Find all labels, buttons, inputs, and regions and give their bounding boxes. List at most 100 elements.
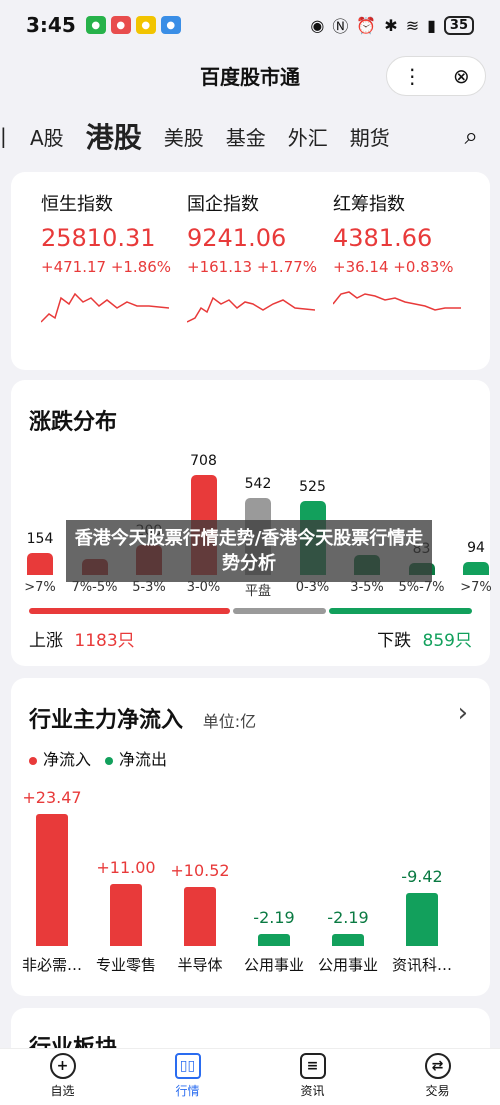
news-icon: ≡ (299, 1053, 326, 1079)
tab-futures[interactable]: 期货 (350, 122, 390, 151)
overlay-caption: 香港今天股票行情走势/香港今天股票行情走势分析 (66, 520, 432, 582)
flow-value-label: -9.42 (401, 867, 443, 887)
bar-category-label: 平盘 (244, 584, 271, 599)
wifi-icon: ≋ (405, 15, 420, 35)
bottom-nav: + 自选 ▯▯ 行情 ≡ 资讯 ⇄ 交易 (0, 1048, 500, 1105)
bar-category-label: >7% (24, 580, 56, 595)
nav-news[interactable]: ≡ 资讯 (250, 1049, 375, 1105)
eye-icon: ◉ (310, 15, 325, 35)
alarm-icon: ⏰ (356, 15, 377, 35)
bar-value-label: 154 (26, 531, 54, 548)
app-icon: ● (135, 16, 156, 34)
flow-bar-rect (258, 933, 290, 946)
battery-icon: 35 (443, 15, 474, 35)
bar-rect (463, 561, 489, 575)
app-icon: ● (160, 16, 181, 34)
nav-trade[interactable]: ⇄ 交易 (375, 1049, 500, 1105)
tab-us-share[interactable]: 美股 (164, 122, 204, 151)
index-sparkline (332, 291, 461, 311)
distribution-title: 涨跌分布 (29, 410, 118, 435)
bar-category-label: 3-5% (350, 580, 384, 595)
flow-bar-rect (406, 893, 438, 946)
mini-program-capsule: ⋮ ⊗ (386, 56, 486, 96)
flow-title: 行业主力净流入 单位:亿 (29, 708, 257, 733)
flow-category-label: 非必需… (21, 956, 82, 974)
flow-value-label: -2.19 (327, 907, 369, 927)
close-icon[interactable]: ⊗ (453, 64, 470, 88)
index-hscci[interactable]: 红筹指数 4381.66 +36.14 +0.83% (332, 190, 483, 332)
outflow-dot-icon (105, 757, 114, 765)
ratio-down-segment (328, 608, 472, 614)
flow-legend: 净流入 净流出 (29, 746, 167, 770)
bar-value-label: 542 (244, 476, 272, 493)
flow-category-label: 半导体 (177, 956, 223, 974)
exchange-icon: ⇄ (424, 1053, 451, 1079)
bar-category-label: 5-3% (132, 580, 166, 595)
bluetooth-icon: ✱ (384, 15, 398, 35)
page-title: 百度股市通 (200, 64, 300, 89)
signal-icon: ▮ (427, 15, 436, 35)
wechat-icon: ● (85, 16, 106, 34)
index-sparkline (40, 292, 170, 323)
plus-icon: + (49, 1053, 76, 1079)
index-sparkline (186, 296, 316, 323)
flow-value-label: +10.52 (170, 860, 230, 880)
distribution-bar: 154 (13, 531, 67, 575)
ratio-flat-segment (233, 608, 326, 614)
candlestick-icon: ▯▯ (174, 1053, 201, 1079)
index-hscei[interactable]: 国企指数 9241.06 +161.13 +1.77% (186, 190, 337, 332)
flow-value-label: -2.19 (253, 907, 295, 927)
tab-prev-partial[interactable]: | (0, 124, 6, 148)
bar-value-label: 708 (190, 453, 217, 469)
flow-bar-rect (110, 884, 142, 946)
bar-value-label: 525 (299, 478, 326, 495)
flow-bar-rect (184, 886, 216, 946)
flow-category-label: 公用事业 (243, 956, 304, 974)
flow-bar[interactable]: +23.47 (15, 788, 89, 946)
inflow-dot-icon (29, 757, 37, 765)
distribution-bar: 94 (449, 540, 500, 575)
up-count: 上涨 1183只 (29, 631, 135, 651)
bar-category-label: >7% (460, 580, 492, 595)
flow-bar[interactable]: +11.00 (89, 858, 163, 946)
chevron-right-icon[interactable]: › (458, 698, 468, 728)
tab-a-share[interactable]: A股 (30, 122, 64, 151)
sector-net-inflow-card: 行业主力净流入 单位:亿 › 净流入 净流出 +23.47 非必需… +11.00 专… (11, 678, 490, 996)
flow-category-label: 公用事业 (317, 956, 378, 974)
flow-category-label: 专业零售 (95, 956, 156, 974)
ratio-up-segment (29, 608, 231, 614)
nav-market[interactable]: ▯▯ 行情 (125, 1049, 250, 1105)
status-time: 3:45 (26, 13, 76, 37)
tab-hk-share[interactable]: 港股 (86, 116, 142, 156)
search-icon[interactable]: ⌕ (465, 122, 478, 150)
flow-value-label: +11.00 (96, 858, 156, 878)
bar-category-label: 5%-7% (398, 580, 445, 595)
flow-bar[interactable]: -2.19 (311, 908, 385, 946)
tab-forex[interactable]: 外汇 (288, 122, 328, 151)
flow-value-label: +23.47 (22, 788, 82, 807)
flow-bar[interactable]: -2.19 (237, 908, 311, 946)
tab-fund[interactable]: 基金 (226, 122, 266, 151)
title-bar: 百度股市通 ⋮ ⊗ (0, 50, 500, 100)
bar-category-label: 0-3% (295, 580, 330, 595)
index-hsi[interactable]: 恒生指数 25810.31 +471.17 +1.86% (40, 190, 191, 332)
nav-watchlist[interactable]: + 自选 (0, 1049, 125, 1105)
flow-bar[interactable]: -9.42 (385, 867, 459, 946)
bar-category-label: 3-0% (186, 580, 221, 595)
flow-unit: 单位:亿 (202, 712, 257, 731)
flow-bar-rect (332, 933, 364, 946)
app-icon: ● (110, 16, 131, 34)
market-tabs: | A股 港股 美股 基金 外汇 期货 ⌕ (0, 108, 500, 164)
status-bar: 3:45 ● ● ● ● ◉ Ⓝ ⏰ ✱ ≋ ▮ 35 (0, 0, 500, 50)
down-count: 下跌 859只 (377, 631, 472, 651)
flow-category-label: 资讯科… (391, 956, 452, 974)
bar-value-label: 94 (467, 539, 485, 556)
updown-ratio-bar (29, 608, 472, 614)
bar-category-label: 7%-5% (71, 580, 118, 595)
flow-bar[interactable]: +10.52 (163, 861, 237, 946)
flow-bar-rect (36, 814, 68, 946)
more-dots-icon[interactable]: ⋮ (402, 64, 422, 88)
status-icons: ◉ Ⓝ ⏰ ✱ ≋ ▮ 35 (310, 13, 474, 37)
bar-rect (27, 553, 53, 575)
index-card: 恒生指数 25810.31 +471.17 +1.86% 国企指数 9241.0… (11, 172, 490, 370)
